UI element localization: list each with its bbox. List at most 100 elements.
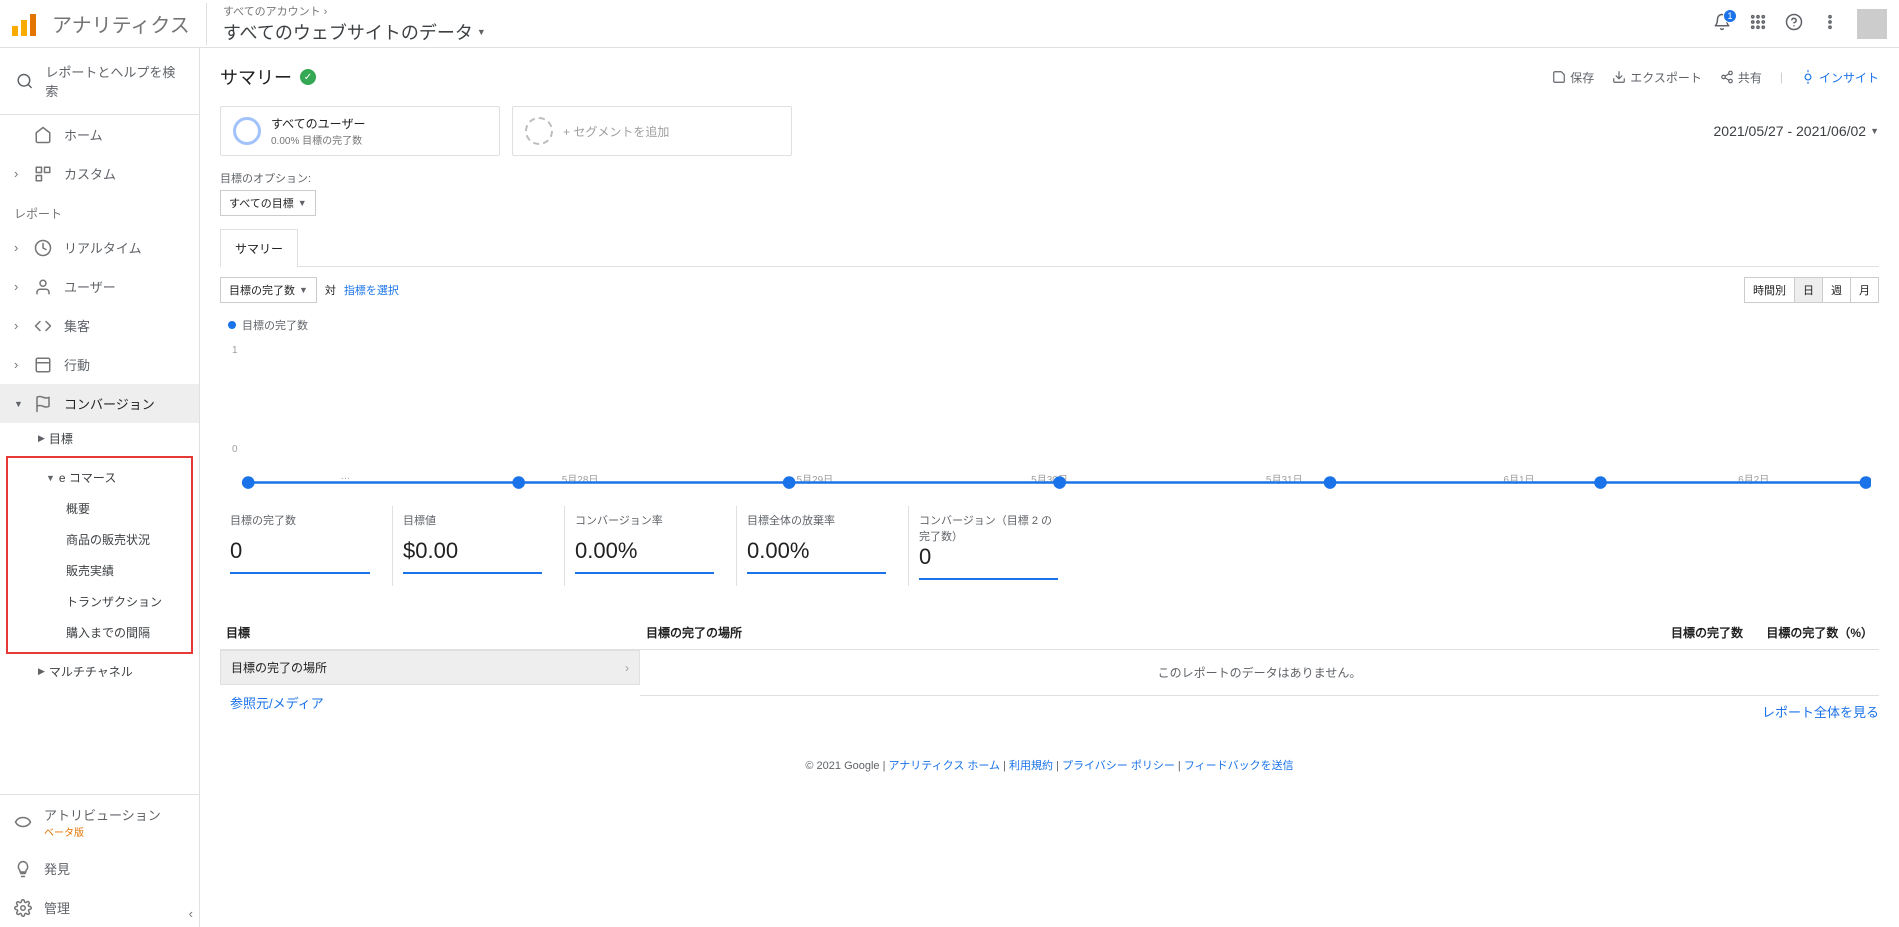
account-picker[interactable]: すべてのアカウント › すべてのウェブサイトのデータ ▼ (206, 3, 486, 45)
kpi-value: 0 (230, 538, 370, 564)
label: エクスポート (1630, 69, 1702, 86)
sidebar-subitem-sales-perf[interactable]: 販売実績 (8, 555, 191, 586)
sidebar-item-audience[interactable]: › ユーザー (0, 267, 199, 306)
segment-subtitle: 0.00% 目標の完了数 (271, 132, 365, 147)
kpi-card[interactable]: コンバージョン（目標 2 の完了数）0 (908, 506, 1068, 586)
no-data-message: このレポートのデータはありません。 (640, 650, 1879, 696)
sidebar: レポートとヘルプを検索 ホーム › カスタム レポート › リアルタイム › ユ… (0, 48, 200, 927)
table-left-header: 目標 (226, 624, 250, 641)
sidebar-subitem-goals[interactable]: ▶目標 (0, 423, 199, 454)
apps-icon[interactable] (1749, 13, 1767, 34)
label: 目標の完了数 (229, 282, 295, 298)
kpi-label: 目標の完了数 (230, 512, 370, 538)
table-dim-goal-location[interactable]: 目標の完了の場所› (220, 650, 640, 685)
sidebar-item-label: e コマース (59, 469, 116, 486)
sidebar-item-attribution[interactable]: アトリビューションベータ版 (0, 795, 199, 849)
search-row[interactable]: レポートとヘルプを検索 (0, 48, 199, 115)
goal-select-label: すべての目標 (229, 195, 294, 211)
footer-link-home[interactable]: アナリティクス ホーム (889, 760, 1001, 772)
goal-select[interactable]: すべての目標 ▼ (220, 190, 316, 216)
account-breadcrumb: すべてのアカウント › (223, 3, 486, 19)
kpi-card[interactable]: 目標値$0.00 (392, 506, 552, 586)
analytics-icon (12, 12, 36, 36)
footer-link-terms[interactable]: 利用規約 (1009, 760, 1053, 772)
sidebar-subitem-time-purchase[interactable]: 購入までの間隔 (8, 617, 191, 648)
table-dim-source-medium[interactable]: 参照元/メディア (230, 696, 324, 711)
sidebar-item-label: 管理 (44, 898, 70, 917)
tab-summary[interactable]: サマリー (220, 229, 298, 267)
footer-link-feedback[interactable]: フィードバックを送信 (1184, 760, 1294, 772)
verified-icon: ✓ (300, 69, 316, 85)
full-report-link[interactable]: レポート全体を見る (1762, 705, 1879, 720)
sidebar-subitem-ecommerce[interactable]: ▼e コマース (8, 462, 191, 493)
sidebar-item-home[interactable]: ホーム (0, 115, 199, 154)
sidebar-item-conversion[interactable]: ▼ コンバージョン (0, 384, 199, 423)
sidebar-item-discover[interactable]: 発見 (0, 849, 199, 888)
kpi-card[interactable]: 目標の完了数0 (220, 506, 380, 586)
time-month[interactable]: 月 (1851, 278, 1878, 302)
reports-label: レポート (0, 193, 199, 228)
ecommerce-highlight-box: ▼e コマース 概要 商品の販売状況 販売実績 トランザクション 購入までの間隔 (6, 456, 193, 654)
label: 目標の完了の場所 (231, 659, 327, 676)
metric-secondary-select[interactable]: 指標を選択 (344, 282, 399, 298)
behavior-icon (34, 356, 52, 374)
search-placeholder: レポートとヘルプを検索 (45, 62, 183, 100)
col-count: 目標の完了数 (1653, 624, 1743, 641)
caret-down-icon: ▼ (1870, 126, 1879, 136)
copyright: © 2021 Google (805, 760, 879, 772)
kpi-value: 0.00% (575, 538, 714, 564)
time-day[interactable]: 日 (1795, 278, 1823, 302)
dot-icon (228, 321, 236, 329)
more-icon[interactable] (1821, 13, 1839, 34)
save-button[interactable]: 保存 (1552, 69, 1594, 86)
label: インサイト (1819, 69, 1879, 86)
kpi-card[interactable]: コンバージョン率0.00% (564, 506, 724, 586)
sidebar-item-label: 発見 (44, 859, 70, 878)
avatar[interactable] (1857, 9, 1887, 39)
view-name: すべてのウェブサイトのデータ (223, 19, 473, 45)
collapse-icon[interactable]: ‹ (189, 906, 193, 921)
sidebar-item-custom[interactable]: › カスタム (0, 154, 199, 193)
sidebar-subitem-multichannel[interactable]: ▶マルチチャネル (0, 656, 199, 687)
col-place: 目標の完了の場所 (646, 624, 1653, 641)
kpi-label: コンバージョン率 (575, 512, 714, 538)
sidebar-item-acquisition[interactable]: › 集客 (0, 306, 199, 345)
export-button[interactable]: エクスポート (1612, 69, 1702, 86)
caret-down-icon: ▼ (477, 27, 486, 37)
sidebar-subitem-transactions[interactable]: トランザクション (8, 586, 191, 617)
segment-all-users[interactable]: すべてのユーザー 0.00% 目標の完了数 (220, 106, 500, 156)
kpi-row: 目標の完了数0目標値$0.00コンバージョン率0.00%目標全体の放棄率0.00… (220, 506, 1879, 586)
caret-down-icon: ▼ (298, 198, 307, 208)
kpi-label: 目標全体の放棄率 (747, 512, 886, 538)
col-pct: 目標の完了数（%） (1743, 624, 1873, 641)
sidebar-item-label: 集客 (64, 316, 90, 335)
metric-primary-select[interactable]: 目標の完了数 ▼ (220, 277, 317, 303)
kpi-card[interactable]: 目標全体の放棄率0.00% (736, 506, 896, 586)
segment-add[interactable]: + セグメントを追加 (512, 106, 792, 156)
time-hourly[interactable]: 時間別 (1745, 278, 1795, 302)
label: 共有 (1738, 69, 1762, 86)
top-bar: アナリティクス すべてのアカウント › すべてのウェブサイトのデータ ▼ 1 (0, 0, 1899, 48)
caret-down-icon: ▼ (299, 285, 308, 295)
time-granularity: 時間別 日 週 月 (1744, 277, 1879, 303)
sidebar-item-behavior[interactable]: › 行動 (0, 345, 199, 384)
share-button[interactable]: 共有 (1720, 69, 1762, 86)
time-week[interactable]: 週 (1823, 278, 1851, 302)
kpi-value: 0.00% (747, 538, 886, 564)
kpi-label: コンバージョン（目標 2 の完了数） (919, 512, 1058, 544)
insight-button[interactable]: インサイト (1801, 69, 1879, 86)
footer-link-privacy[interactable]: プライバシー ポリシー (1062, 760, 1175, 772)
sidebar-item-label: 行動 (64, 355, 90, 374)
sidebar-subitem-product-perf[interactable]: 商品の販売状況 (8, 524, 191, 555)
bell-icon[interactable]: 1 (1713, 13, 1731, 34)
date-range-label: 2021/05/27 - 2021/06/02 (1714, 123, 1867, 139)
date-range-picker[interactable]: 2021/05/27 - 2021/06/02▼ (1714, 106, 1880, 156)
flag-icon (34, 395, 52, 413)
segment-add-icon (525, 117, 553, 145)
sidebar-subitem-overview[interactable]: 概要 (8, 493, 191, 524)
sidebar-item-label: リアルタイム (64, 238, 142, 257)
sidebar-item-realtime[interactable]: › リアルタイム (0, 228, 199, 267)
logo[interactable]: アナリティクス (12, 9, 190, 38)
sidebar-item-admin[interactable]: 管理 (0, 888, 199, 927)
help-icon[interactable] (1785, 13, 1803, 34)
